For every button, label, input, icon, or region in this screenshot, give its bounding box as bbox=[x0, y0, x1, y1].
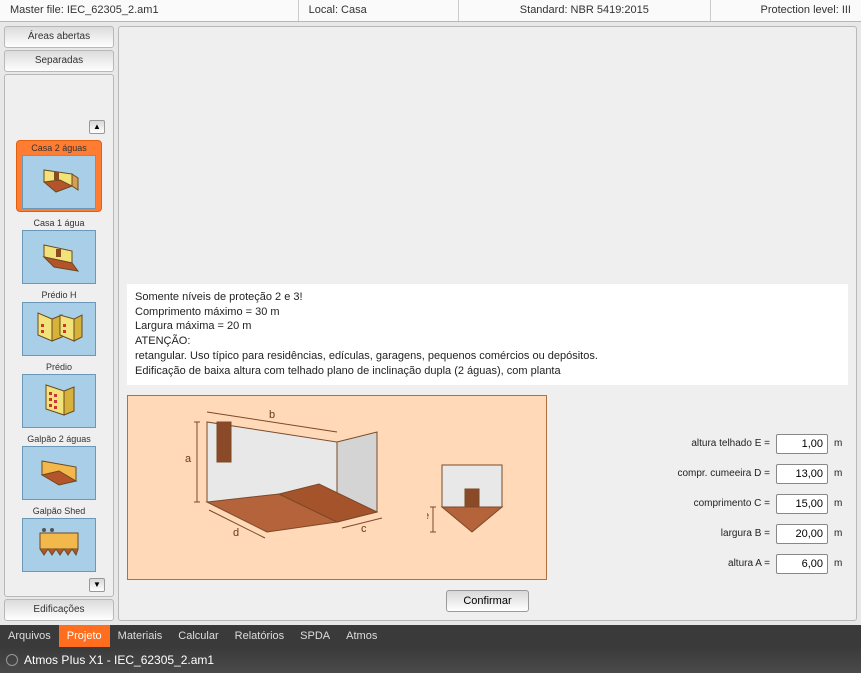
isometric-diagram-icon: a b c d bbox=[157, 403, 397, 573]
building-icon bbox=[34, 381, 84, 421]
desc-line: Edificação de baixa altura com telhado p… bbox=[135, 364, 840, 379]
building-casa-1agua[interactable]: Casa 1 água bbox=[16, 218, 102, 284]
input-telhado-e[interactable] bbox=[776, 434, 828, 454]
label-largura-b: largura B = bbox=[721, 529, 770, 540]
thumb-label: Prédio bbox=[46, 362, 72, 372]
label-cumeeira-d: compr. cumeeira D = bbox=[677, 469, 770, 480]
window-title: Atmos PIus X1 - IEC_62305_2.am1 bbox=[24, 653, 214, 667]
menu-projeto[interactable]: Projeto bbox=[59, 625, 110, 647]
field-largura-b: largura B = m bbox=[557, 524, 848, 544]
desc-line: ATENÇÃO: bbox=[135, 334, 840, 349]
scroll-down-button[interactable]: ▼ bbox=[89, 578, 105, 592]
thumb-label: Casa 2 águas bbox=[31, 143, 87, 153]
menu-spda[interactable]: SPDA bbox=[292, 625, 338, 647]
description-panel: Edificação de baixa altura com telhado p… bbox=[127, 284, 848, 385]
status-local: Local: Casa bbox=[299, 0, 459, 21]
menu-materiais[interactable]: Materiais bbox=[110, 625, 171, 647]
desc-line: Largura máxima = 20 m bbox=[135, 320, 840, 335]
unit-telhado-e: m bbox=[834, 439, 848, 450]
menu-atmos[interactable]: Atmos bbox=[338, 625, 385, 647]
building-predio-h[interactable]: Prédio H bbox=[16, 290, 102, 356]
house2-icon bbox=[34, 164, 84, 200]
accordion-areas-abertas[interactable]: Áreas abertas bbox=[4, 26, 114, 48]
dimension-fields: altura A = m largura B = m comprimento C… bbox=[557, 395, 848, 580]
field-altura-a: altura A = m bbox=[557, 554, 848, 574]
menu-bar: Arquivos Projeto Materiais Calcular Rela… bbox=[0, 625, 861, 647]
field-cumeeira-d: compr. cumeeira D = m bbox=[557, 464, 848, 484]
warehouse-icon bbox=[34, 455, 84, 491]
window-titlebar: Atmos PIus X1 - IEC_62305_2.am1 bbox=[0, 647, 861, 673]
app-logo-icon bbox=[6, 654, 18, 666]
field-comprimento-c: comprimento C = m bbox=[557, 494, 848, 514]
building-diagram: a b c d e bbox=[127, 395, 547, 580]
gable-diagram-icon: e bbox=[427, 428, 517, 548]
menu-calcular[interactable]: Calcular bbox=[170, 625, 226, 647]
client-area: Edificações ▼ Galpão Shed Galpão 2 águas… bbox=[0, 0, 861, 625]
building-h-icon bbox=[32, 309, 86, 349]
house1-icon bbox=[34, 239, 84, 275]
desc-line: Comprimento máximo = 30 m bbox=[135, 305, 840, 320]
field-telhado-e: altura telhado E = m bbox=[557, 434, 848, 454]
svg-text:b: b bbox=[269, 410, 275, 422]
input-cumeeira-d[interactable] bbox=[776, 464, 828, 484]
scroll-up-button[interactable]: ▲ bbox=[89, 120, 105, 134]
thumb-label: Galpão 2 águas bbox=[27, 434, 91, 444]
accordion-separadas[interactable]: Separadas bbox=[4, 50, 114, 72]
menu-relatorios[interactable]: Relatórios bbox=[227, 625, 293, 647]
svg-text:e: e bbox=[427, 511, 429, 523]
confirm-button[interactable]: Confirmar bbox=[446, 590, 528, 612]
unit-altura-a: m bbox=[834, 559, 848, 570]
chevron-down-icon: ▼ bbox=[93, 581, 101, 590]
input-largura-b[interactable] bbox=[776, 524, 828, 544]
content-panel: Confirmar a b c d bbox=[118, 26, 857, 621]
label-altura-a: altura A = bbox=[728, 559, 770, 570]
desc-line: Somente níveis de proteção 2 e 3! bbox=[135, 290, 840, 305]
desc-line: retangular. Uso típico para residências,… bbox=[135, 349, 840, 364]
sidebar: Edificações ▼ Galpão Shed Galpão 2 águas… bbox=[4, 26, 114, 621]
thumb-label: Prédio H bbox=[41, 290, 76, 300]
status-protection-level: Protection level: III bbox=[711, 0, 861, 21]
unit-cumeeira-d: m bbox=[834, 469, 848, 480]
menu-arquivos[interactable]: Arquivos bbox=[0, 625, 59, 647]
building-predio[interactable]: Prédio bbox=[16, 362, 102, 428]
svg-text:d: d bbox=[233, 528, 239, 540]
svg-text:c: c bbox=[361, 524, 367, 536]
label-comprimento-c: comprimento C = bbox=[694, 499, 770, 510]
thumb-label: Casa 1 água bbox=[33, 218, 84, 228]
unit-largura-b: m bbox=[834, 529, 848, 540]
svg-text:a: a bbox=[185, 454, 192, 466]
building-galpao-shed[interactable]: Galpão Shed bbox=[16, 506, 102, 572]
status-standard: Standard: NBR 5419:2015 bbox=[459, 0, 711, 21]
thumb-label: Galpão Shed bbox=[33, 506, 86, 516]
work-area: Edificações ▼ Galpão Shed Galpão 2 águas… bbox=[0, 22, 861, 625]
accordion-edificacoes[interactable]: Edificações bbox=[4, 599, 114, 621]
status-master-file: Master file: IEC_62305_2.am1 bbox=[0, 0, 299, 21]
building-casa-2aguas[interactable]: Casa 2 águas bbox=[16, 140, 102, 212]
accordion-body-edificacoes: ▼ Galpão Shed Galpão 2 águas Prédio Préd… bbox=[4, 74, 114, 597]
label-telhado-e: altura telhado E = bbox=[691, 439, 770, 450]
input-altura-a[interactable] bbox=[776, 554, 828, 574]
shed-icon bbox=[34, 527, 84, 563]
chevron-up-icon: ▲ bbox=[93, 123, 101, 132]
status-bar: Master file: IEC_62305_2.am1 Local: Casa… bbox=[0, 0, 861, 22]
input-comprimento-c[interactable] bbox=[776, 494, 828, 514]
unit-comprimento-c: m bbox=[834, 499, 848, 510]
building-galpao-2aguas[interactable]: Galpão 2 águas bbox=[16, 434, 102, 500]
parameter-row: a b c d e altura A = bbox=[127, 395, 848, 580]
